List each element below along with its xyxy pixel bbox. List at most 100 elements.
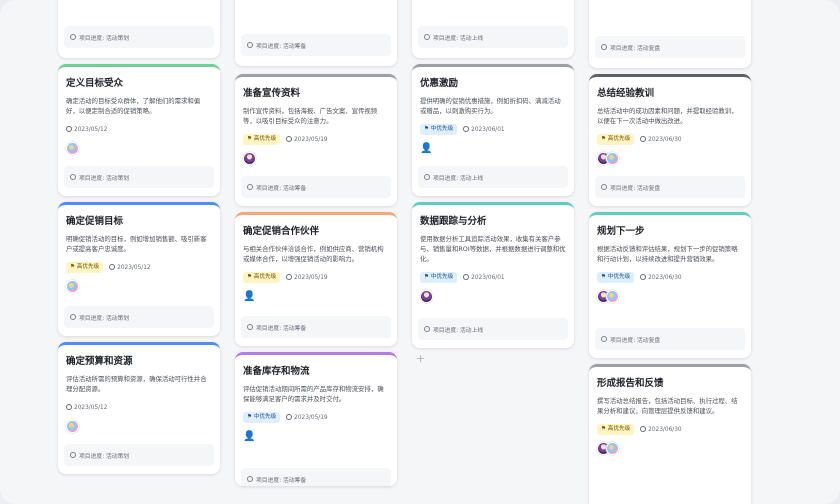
progress-icon <box>424 174 430 180</box>
add-assignee-icon[interactable]: 👤 <box>420 142 433 155</box>
task-card[interactable]: 形成报告和反馈 撰写活动总结报告，包括活动目标、执行过程、结果分析和建议，向管理… <box>589 364 751 504</box>
priority-tag[interactable]: ⚑ 中优先级 <box>420 272 458 283</box>
assignees[interactable] <box>66 280 212 294</box>
due-date-text: 2023/06/30 <box>648 275 682 281</box>
task-card[interactable]: 确定促销目标 明确促销活动的目标，例如增加销售额、吸引新客户或提高客户忠诚度。 … <box>58 202 220 336</box>
assignees[interactable] <box>66 142 212 156</box>
card-description: 明确促销活动的目标，例如增加销售额、吸引新客户或提高客户忠诚度。 <box>66 235 207 253</box>
clock-icon <box>66 404 72 410</box>
card-description: 确定活动的目标受众群体，了解他们的需求和偏好，以便定制合适的促销策略。 <box>66 97 201 115</box>
assignees[interactable] <box>597 290 743 304</box>
assignees[interactable] <box>597 152 743 166</box>
task-card[interactable]: 确定促销合作伙伴 与相关合作伙伴洽谈合作，例如供应商、营销机构或媒体合作，以增强… <box>235 212 397 346</box>
card-title: 确定促销目标 <box>66 216 124 227</box>
add-card-button[interactable]: + <box>416 352 425 365</box>
task-card[interactable]: 确定预算和资源 评估活动所需的预算和资源，确保活动可行性并合理分配资源。 202… <box>58 342 220 474</box>
assignees[interactable] <box>597 442 743 456</box>
priority-tag[interactable]: ⚑ 高优先级 <box>243 134 281 145</box>
card-description: 根据活动反馈和评估结果，规划下一步的促销策略和行动计划，以持续改进和提升营销效果… <box>597 245 738 263</box>
task-card[interactable]: 规划下一步 根据活动反馈和评估结果，规划下一步的促销策略和行动计划，以持续改进和… <box>589 212 751 358</box>
task-card[interactable]: 定义目标受众 确定活动的目标受众群体，了解他们的需求和偏好，以便定制合适的促销策… <box>58 64 220 196</box>
card-title: 准备宣传资料 <box>243 88 301 99</box>
clock-icon <box>286 414 293 420</box>
task-card[interactable]: 准备宣传资料 制作宣传资料，包括海报、广告文案、宣传视频等，以吸引目标受众的注意… <box>235 74 397 206</box>
avatar[interactable] <box>420 290 433 303</box>
priority-tag[interactable]: ⚑ 中优先级 <box>420 124 458 135</box>
card-title: 总结经验教训 <box>597 88 655 99</box>
avatar[interactable] <box>606 442 619 455</box>
due-date: 2023/06/01 <box>463 126 505 133</box>
task-card[interactable]: 优惠激励 提供明确的促销优惠措施，例如折扣码、满减活动或赠品，以刺激购买行为。 … <box>412 64 574 196</box>
priority-tag[interactable]: ⚑ 高优先级 <box>597 424 635 435</box>
card-description: 总结活动中的成功因素和问题，并提取经验教训，以便在下一次活动中做出改进。 <box>597 107 738 125</box>
clock-icon <box>640 274 647 280</box>
card-description: 撰写活动总结报告，包括活动目标、执行过程、结果分析和建议，向管理层提供反馈和建议… <box>597 397 738 415</box>
card-title: 优惠激励 <box>420 78 459 89</box>
progress-icon <box>70 174 76 180</box>
task-card[interactable]: 总结经验教训 总结活动中的成功因素和问题，并提取经验教训，以便在下一次活动中做出… <box>589 74 751 206</box>
priority-tag[interactable]: ⚑ 中优先级 <box>243 412 281 423</box>
stage-label: 项目进度: 活动复盘 <box>595 176 745 198</box>
due-date-text: 2023/06/01 <box>471 275 505 281</box>
card-partial-top[interactable]: 项目进度: 活动筹备 <box>235 0 397 66</box>
avatar[interactable] <box>66 420 79 433</box>
card-meta: 2023/05/12 <box>66 124 212 135</box>
avatar[interactable] <box>243 152 256 165</box>
clock-icon <box>640 426 647 432</box>
card-title: 形成报告和反馈 <box>597 378 664 389</box>
stage-text: 项目进度: 活动上线 <box>433 175 484 182</box>
progress-icon <box>601 184 607 190</box>
add-assignee-icon[interactable]: 👤 <box>243 430 256 443</box>
due-date: 2023/05/19 <box>286 136 328 143</box>
stage-text: 项目进度: 活动筹备 <box>256 185 307 192</box>
card-partial-top[interactable]: 项目进度: 活动复盘 <box>589 0 751 68</box>
stage-text: 项目进度: 活动复盘 <box>610 185 661 192</box>
progress-icon <box>70 314 76 320</box>
due-date: 2023/05/12 <box>66 126 107 133</box>
assignees[interactable] <box>243 152 389 166</box>
priority-tag[interactable]: ⚑ 高优先级 <box>597 134 635 145</box>
assignees[interactable]: 👤 <box>243 290 389 304</box>
due-date: 2023/05/12 <box>109 264 151 271</box>
assignees[interactable]: 👤 <box>243 430 389 444</box>
clock-icon <box>286 274 293 280</box>
stage-label: 项目进度: 活动复盘 <box>595 328 745 350</box>
card-meta: ⚑ 中优先级 2023/06/30 <box>597 272 743 283</box>
assignees[interactable] <box>420 290 566 304</box>
stage-text: 项目进度: 活动上线 <box>433 35 484 42</box>
due-date-text: 2023/05/12 <box>74 405 108 411</box>
assignees[interactable]: 👤 <box>420 142 566 156</box>
card-description: 评估促销活动期间所需的产品库存和物流安排，确保能够满足客户的需求并及时交付。 <box>243 385 384 403</box>
stage-label: 项目进度: 活动策划 <box>64 26 214 48</box>
due-date: 2023/05/19 <box>286 274 328 281</box>
due-date-text: 2023/05/19 <box>294 275 328 281</box>
avatar[interactable] <box>66 280 79 293</box>
progress-icon <box>424 34 430 40</box>
stage-label: 项目进度: 活动策划 <box>64 306 214 328</box>
stage-label: 项目进度: 活动筹备 <box>241 176 391 198</box>
card-title: 规划下一步 <box>597 226 645 237</box>
due-date: 2023/06/30 <box>640 136 682 143</box>
stage-label: 项目进度: 活动上线 <box>418 166 568 188</box>
add-assignee-icon[interactable]: 👤 <box>243 290 256 303</box>
avatar[interactable] <box>606 152 619 165</box>
assignees[interactable] <box>66 420 212 434</box>
stage-text: 项目进度: 活动筹备 <box>256 477 307 484</box>
task-card[interactable]: 准备库存和物流 评估促销活动期间所需的产品库存和物流安排，确保能够满足客户的需求… <box>235 352 397 486</box>
avatar[interactable] <box>66 142 79 155</box>
priority-tag[interactable]: ⚑ 高优先级 <box>66 262 104 273</box>
priority-tag[interactable]: ⚑ 高优先级 <box>243 272 281 283</box>
card-title: 数据跟踪与分析 <box>420 216 487 227</box>
task-card[interactable]: 数据跟踪与分析 使用数据分析工具追踪活动效果，收集有关客户参与、销售量和ROI等… <box>412 202 574 348</box>
stage-label: 项目进度: 活动上线 <box>418 318 568 340</box>
priority-tag[interactable]: ⚑ 中优先级 <box>597 272 635 283</box>
card-partial-top[interactable]: 项目进度: 活动策划 <box>58 0 220 58</box>
due-date-text: 2023/06/30 <box>648 427 682 433</box>
stage-text: 项目进度: 活动上线 <box>433 327 484 334</box>
stage-text: 项目进度: 活动策划 <box>79 315 130 322</box>
progress-icon <box>247 42 253 48</box>
avatar[interactable] <box>606 290 619 303</box>
clock-icon <box>286 136 293 142</box>
card-partial-top[interactable]: 项目进度: 活动上线 <box>412 0 574 58</box>
card-meta: 2023/05/12 <box>66 402 212 413</box>
